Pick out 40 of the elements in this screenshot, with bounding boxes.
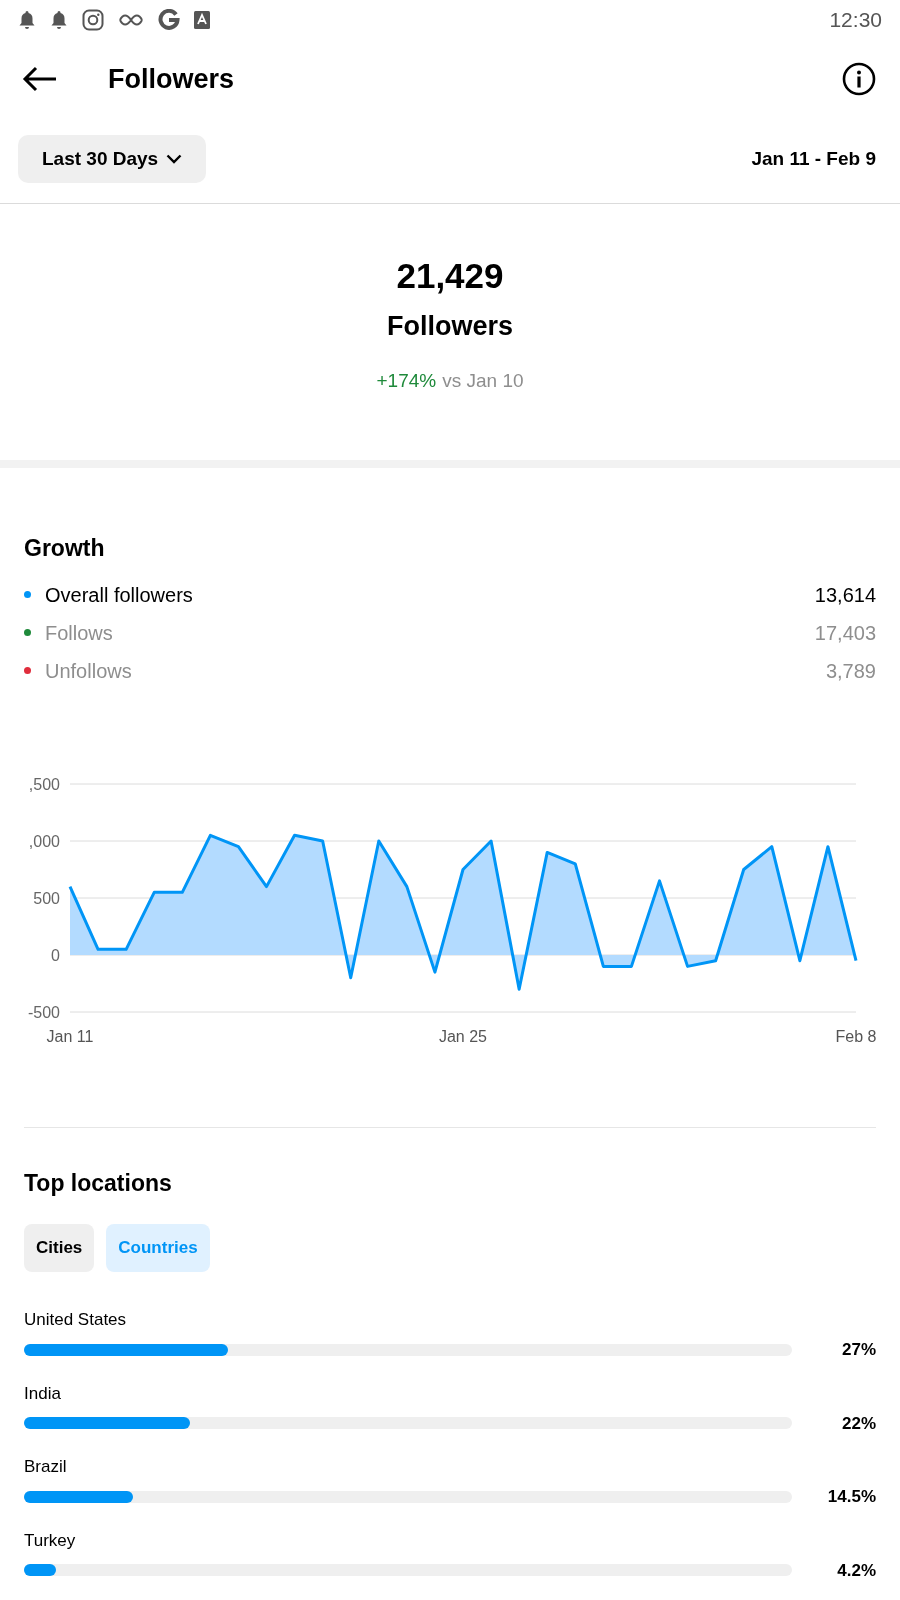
- loop-icon: [118, 13, 144, 27]
- percent-value: 4.2%: [837, 1559, 876, 1582]
- arc-icon: [158, 9, 180, 31]
- x-axis-label: Jan 25: [439, 1027, 487, 1045]
- location-name: India: [24, 1382, 62, 1405]
- follower-count: 21,429: [396, 255, 504, 297]
- x-axis-label: Feb 8: [835, 1027, 877, 1045]
- section-title: Top locations: [24, 1168, 173, 1198]
- percent-value: 14.5%: [827, 1486, 876, 1508]
- legend-value: 13,614: [814, 582, 876, 608]
- location-name: Brazil: [24, 1456, 68, 1478]
- camera-icon: [82, 9, 104, 31]
- location-name: Turkey: [24, 1529, 77, 1552]
- y-axis-label: ,000: [28, 832, 60, 850]
- x-axis-label: Jan 11: [46, 1027, 94, 1045]
- count-label: Followers: [387, 310, 513, 343]
- date-range-dropdown[interactable]: Last 30 Days: [18, 135, 207, 183]
- y-axis-label: 500: [33, 889, 60, 907]
- location-name: United States: [24, 1309, 128, 1331]
- change-percent: +174%: [376, 368, 437, 393]
- y-axis-label: 0: [51, 946, 60, 964]
- legend-value: 3,789: [825, 658, 876, 684]
- back-arrow-icon[interactable]: [22, 66, 58, 92]
- percent-value: 27%: [841, 1339, 876, 1361]
- bell-icon: [18, 10, 36, 30]
- date-range-text: Jan 11 - Feb 9: [751, 146, 876, 171]
- square-icon: [194, 11, 210, 29]
- y-axis-label: -500: [27, 1003, 60, 1021]
- filter-tab[interactable]: Cities: [24, 1224, 95, 1272]
- page-title: Followers: [108, 62, 235, 96]
- section-title: Growth: [24, 534, 106, 563]
- info-icon[interactable]: [842, 62, 876, 96]
- chevron-down-icon: [166, 154, 183, 164]
- percent-value: 22%: [841, 1412, 876, 1435]
- legend-value: 17,403: [814, 620, 876, 646]
- legend-item[interactable]: Overall followers: [45, 579, 193, 610]
- comparison-text: vs Jan 10: [442, 368, 524, 393]
- y-axis-label: ,500: [28, 775, 60, 793]
- bell-icon: [50, 10, 68, 30]
- status-time: 12:30: [829, 7, 882, 34]
